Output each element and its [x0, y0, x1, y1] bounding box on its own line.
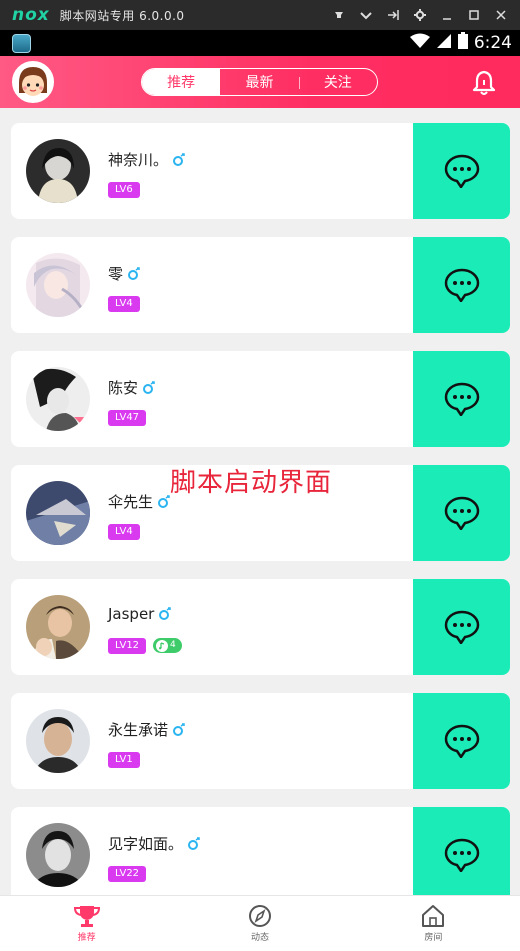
app-header: 推荐 最新 关注 — [0, 56, 520, 108]
tab-recommend[interactable]: 推荐 — [142, 69, 221, 95]
level-badge: LV6 — [108, 182, 140, 198]
user-name: 神奈川。 — [108, 151, 169, 169]
chat-bubble-icon — [444, 496, 479, 530]
male-icon — [128, 266, 140, 280]
user-name: 零 — [108, 265, 124, 283]
user-card[interactable]: 永生承诺 LV1 — [11, 693, 510, 789]
user-list: 神奈川。 LV6 零 LV4 陈安 LV47 伞先生 LV4 Jasper LV… — [0, 108, 520, 895]
level-badge: LV1 — [108, 752, 140, 768]
trophy-icon — [73, 906, 100, 927]
nav-label: 房间 — [424, 933, 443, 943]
chat-button[interactable] — [413, 693, 510, 789]
nav-item-feed[interactable]: 动态 — [173, 896, 346, 951]
tab-following[interactable]: 关注 — [298, 69, 377, 95]
chevron-down-icon[interactable] — [352, 0, 379, 30]
level-badge: LV4 — [108, 296, 140, 312]
overlay-text: 脚本启动界面 — [170, 468, 333, 498]
emulator-controls — [325, 0, 514, 30]
avatar[interactable] — [26, 595, 90, 659]
male-icon — [159, 607, 172, 620]
chat-bubble-icon — [444, 610, 479, 644]
user-name: 永生承诺 — [108, 721, 169, 739]
gear-icon[interactable] — [406, 0, 433, 30]
emulator-title: 脚本网站专用 6.0.0.0 — [59, 8, 185, 23]
chat-bubble-icon — [444, 382, 479, 416]
maximize-icon[interactable] — [460, 0, 487, 30]
male-icon — [143, 380, 155, 394]
name-row: 永生承诺 — [108, 719, 186, 740]
pin-icon[interactable] — [325, 0, 352, 30]
level-badge: LV4 — [108, 524, 140, 540]
bell-icon[interactable] — [470, 69, 498, 97]
chat-button[interactable] — [413, 237, 510, 333]
signal-icon — [436, 33, 452, 54]
chat-button[interactable] — [413, 579, 510, 675]
minimize-icon[interactable] — [433, 0, 460, 30]
name-row: 见字如面。 — [108, 833, 201, 854]
male-icon — [173, 152, 185, 166]
user-name: 伞先生 — [108, 493, 154, 511]
battery-icon — [457, 32, 468, 54]
user-name: Jasper — [108, 605, 155, 623]
nav-label: 动态 — [250, 933, 269, 943]
name-row: 零 — [108, 263, 141, 284]
nav-label: 推荐 — [77, 933, 96, 943]
chat-button[interactable] — [413, 351, 510, 447]
avatar[interactable] — [26, 367, 90, 431]
name-row: 陈安 — [108, 377, 156, 398]
nav-item-room[interactable]: 房间 — [347, 896, 520, 951]
house-icon — [422, 905, 445, 927]
status-indicators: 6:24 — [409, 32, 512, 54]
tab-switcher: 推荐 最新 关注 — [141, 68, 378, 96]
chat-bubble-icon — [444, 268, 479, 302]
chat-button[interactable] — [413, 807, 510, 895]
close-icon[interactable] — [487, 0, 514, 30]
male-icon — [173, 722, 185, 736]
chat-button[interactable] — [413, 465, 510, 561]
avatar[interactable] — [26, 139, 90, 203]
name-row: Jasper — [108, 605, 172, 623]
music-badge: 4 — [153, 638, 182, 653]
user-card[interactable]: 陈安 LV47 — [11, 351, 510, 447]
male-icon — [158, 494, 170, 508]
nav-item-recommend[interactable]: 推荐 — [0, 896, 173, 951]
avatar[interactable] — [26, 253, 90, 317]
chat-bubble-icon — [444, 724, 479, 758]
chat-button[interactable] — [413, 123, 510, 219]
app-notification-icon — [12, 33, 31, 53]
bottom-nav: 推荐 动态 房间 — [0, 895, 520, 951]
level-badge: LV12 — [108, 638, 147, 654]
user-card[interactable]: 零 LV4 — [11, 237, 510, 333]
compass-icon — [248, 905, 271, 927]
status-bar: 6:24 — [0, 30, 520, 56]
user-card[interactable]: Jasper LV12 4 — [11, 579, 510, 675]
expand-icon[interactable] — [379, 0, 406, 30]
male-icon — [188, 836, 200, 850]
name-row: 伞先生 — [108, 491, 171, 512]
avatar[interactable] — [26, 481, 90, 545]
user-card[interactable]: 神奈川。 LV6 — [11, 123, 510, 219]
music-badge-count: 4 — [170, 640, 176, 650]
level-badge: LV47 — [108, 410, 147, 426]
name-row: 神奈川。 — [108, 149, 186, 170]
status-time: 6:24 — [473, 33, 512, 53]
avatar[interactable] — [26, 823, 90, 887]
emulator-title-bar: nox 脚本网站专用 6.0.0.0 — [0, 0, 520, 30]
wifi-icon — [409, 33, 430, 54]
my-avatar[interactable] — [12, 61, 54, 103]
avatar[interactable] — [26, 709, 90, 773]
chat-bubble-icon — [444, 154, 479, 188]
user-name: 见字如面。 — [108, 835, 184, 853]
user-name: 陈安 — [108, 379, 139, 397]
music-note-icon — [156, 639, 168, 652]
tab-latest[interactable]: 最新 — [220, 69, 298, 95]
level-badge: LV22 — [108, 866, 147, 882]
chat-bubble-icon — [444, 838, 479, 872]
user-card[interactable]: 见字如面。 LV22 — [11, 807, 510, 895]
emulator-logo: nox — [12, 5, 50, 25]
